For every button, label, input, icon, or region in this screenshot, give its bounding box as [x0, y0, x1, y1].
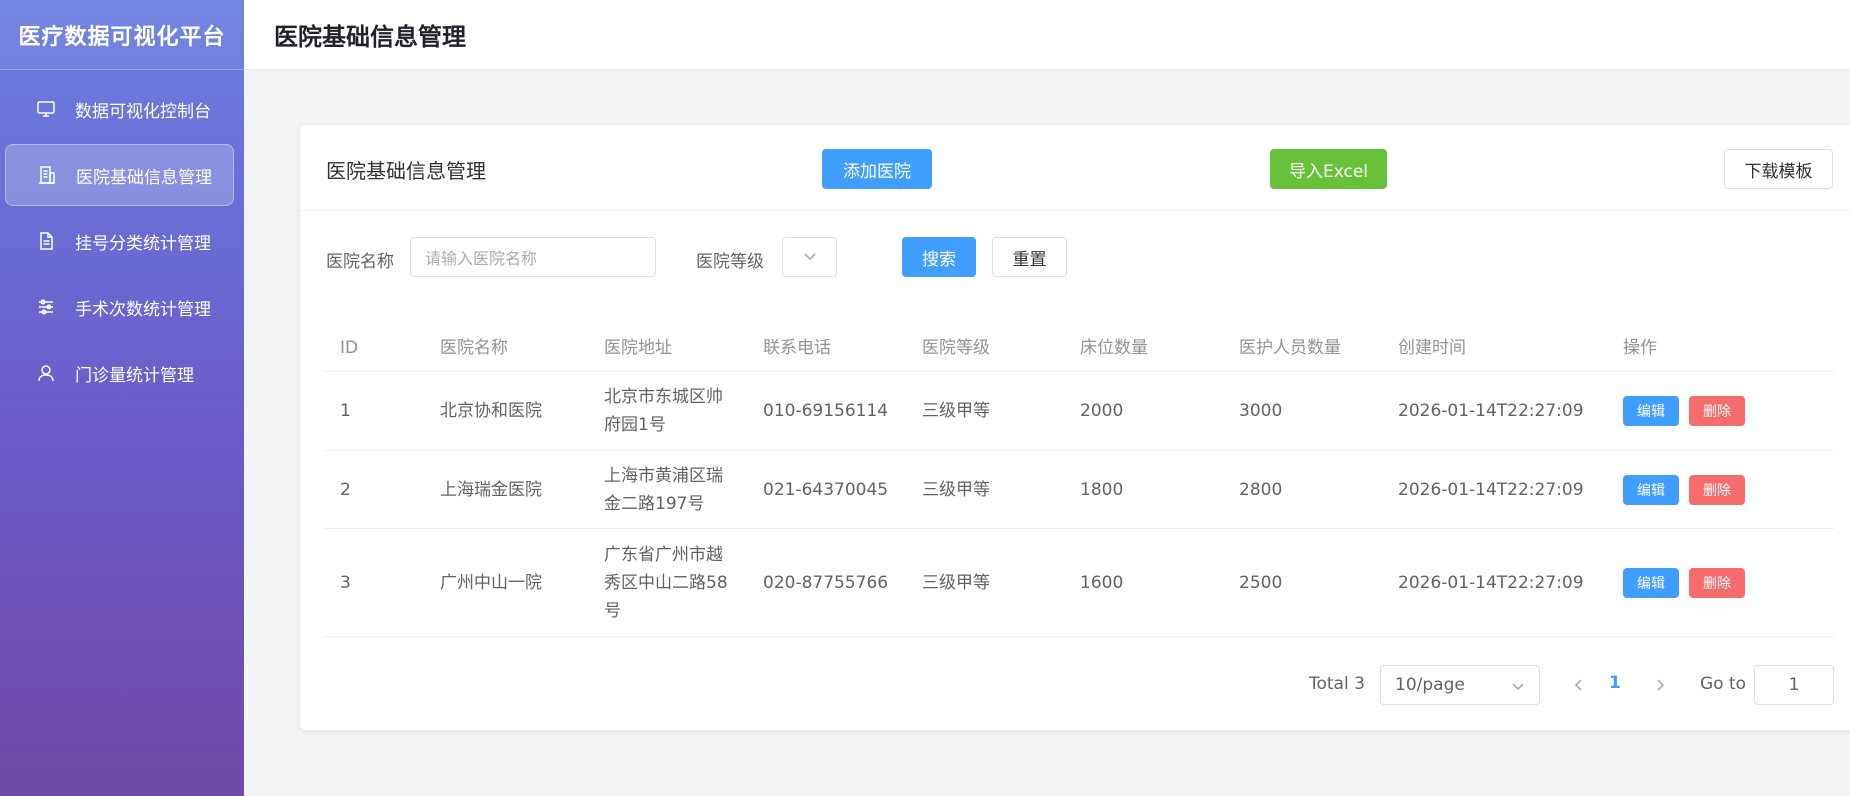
address-text: 广东省广州市越秀区中山二路58号	[604, 544, 728, 621]
cell-staff: 2500	[1239, 572, 1283, 593]
cell-name: 上海瑞金医院	[440, 479, 542, 500]
table-row: 2 上海瑞金医院 上海市黄浦区瑞金二路197号 021-64370045 三级甲…	[324, 451, 1834, 529]
search-form: 医院名称 请输入医院名称 医院等级 搜索 重置	[326, 237, 1226, 277]
page-number-current[interactable]: 1	[1609, 673, 1621, 693]
cell-name: 广州中山一院	[440, 572, 542, 593]
reset-button[interactable]: 重置	[992, 237, 1067, 277]
import-excel-button[interactable]: 导入Excel	[1270, 149, 1387, 189]
sidebar-item-dashboard[interactable]: 数据可视化控制台	[5, 78, 234, 140]
chevron-right-icon	[1653, 677, 1667, 696]
pagination-total: Total 3	[1309, 674, 1365, 694]
col-header: ID	[340, 338, 359, 358]
address-text: 上海市黄浦区瑞金二路197号	[604, 465, 723, 514]
sliders-icon	[35, 296, 57, 318]
add-hospital-button[interactable]: 添加医院	[822, 149, 932, 189]
delete-button[interactable]: 删除	[1689, 567, 1745, 598]
next-page-button[interactable]	[1653, 677, 1669, 693]
sidebar-item-outpatient[interactable]: 门诊量统计管理	[5, 342, 234, 404]
sidebar-item-surgery[interactable]: 手术次数统计管理	[5, 276, 234, 338]
hospital-name-label: 医院名称	[326, 252, 394, 272]
cell-address: 广东省广州市越秀区中山二路58号	[588, 541, 747, 625]
col-header: 医护人员数量	[1239, 338, 1341, 358]
edit-button[interactable]: 编辑	[1623, 474, 1679, 505]
delete-button[interactable]: 删除	[1689, 474, 1745, 505]
goto-label: Go to	[1700, 674, 1747, 694]
cell-created: 2026-01-14T22:27:09	[1398, 479, 1584, 500]
chevron-down-icon	[803, 248, 817, 267]
card-header: 医院基础信息管理 添加医院 导入Excel 下载模板	[300, 125, 1850, 211]
cell-address: 上海市黄浦区瑞金二路197号	[588, 462, 747, 518]
document-icon	[35, 230, 57, 252]
goto-page-input[interactable]: 1	[1754, 665, 1834, 705]
search-button[interactable]: 搜索	[902, 237, 976, 277]
cell-beds: 2000	[1080, 401, 1124, 421]
table-row: 3 广州中山一院 广东省广州市越秀区中山二路58号 020-87755766 三…	[324, 529, 1834, 637]
col-header: 操作	[1623, 338, 1657, 358]
cell-staff: 2800	[1239, 479, 1283, 500]
col-header: 医院等级	[922, 338, 990, 358]
table-header-row: ID 医院名称 医院地址 联系电话 医院等级 床位数量 医护人员数量 创建时间 …	[324, 325, 1834, 372]
cell-name: 北京协和医院	[440, 401, 542, 421]
sidebar-item-label: 手术次数统计管理	[75, 299, 211, 320]
col-header: 创建时间	[1398, 338, 1466, 358]
cell-actions: 编辑 删除	[1607, 396, 1834, 426]
sidebar: 医疗数据可视化平台 数据可视化控制台 医院基础信息管理 挂号分类统计管理 手术次…	[0, 0, 244, 796]
page-size-value: 10/page	[1395, 675, 1465, 695]
cell-created: 2026-01-14T22:27:09	[1398, 401, 1584, 421]
hospital-card: 医院基础信息管理 添加医院 导入Excel 下载模板 医院名称 请输入医院名称 …	[300, 125, 1850, 730]
cell-phone: 020-87755766	[763, 572, 889, 593]
cell-phone: 021-64370045	[763, 479, 889, 500]
sidebar-item-registration[interactable]: 挂号分类统计管理	[5, 210, 234, 272]
col-header: 医院地址	[604, 338, 672, 358]
cell-level: 三级甲等	[922, 401, 990, 421]
card-title: 医院基础信息管理	[326, 159, 486, 183]
cell-beds: 1600	[1080, 572, 1124, 593]
sidebar-item-label: 挂号分类统计管理	[75, 233, 211, 254]
cell-level: 三级甲等	[922, 572, 990, 593]
sidebar-item-hospital-info[interactable]: 医院基础信息管理	[5, 144, 234, 206]
hospital-table: ID 医院名称 医院地址 联系电话 医院等级 床位数量 医护人员数量 创建时间 …	[324, 325, 1834, 637]
cell-actions: 编辑 删除	[1607, 567, 1834, 598]
cell-created: 2026-01-14T22:27:09	[1398, 572, 1584, 593]
page-title: 医院基础信息管理	[274, 23, 466, 51]
sidebar-item-label: 门诊量统计管理	[75, 365, 194, 386]
sidebar-item-label: 医院基础信息管理	[76, 167, 212, 188]
cell-id: 2	[340, 479, 351, 500]
cell-address: 北京市东城区帅府园1号	[588, 383, 747, 439]
monitor-icon	[35, 98, 57, 120]
building-icon	[36, 164, 58, 186]
cell-phone: 010-69156114	[763, 401, 889, 421]
cell-staff: 3000	[1239, 401, 1283, 421]
delete-button[interactable]: 删除	[1689, 396, 1745, 426]
user-icon	[35, 362, 57, 384]
top-header: 医院基础信息管理	[244, 0, 1850, 70]
chevron-left-icon	[1572, 677, 1586, 696]
pagination: Total 3 10/page 1 Go to 1	[300, 665, 1834, 705]
edit-button[interactable]: 编辑	[1623, 396, 1679, 426]
col-header: 医院名称	[440, 338, 508, 358]
download-template-button[interactable]: 下载模板	[1724, 149, 1833, 189]
hospital-level-label: 医院等级	[696, 252, 764, 272]
col-header: 床位数量	[1080, 338, 1148, 358]
cell-beds: 1800	[1080, 479, 1124, 500]
page-size-select[interactable]: 10/page	[1380, 665, 1540, 705]
cell-id: 1	[340, 401, 351, 421]
brand-title: 医疗数据可视化平台	[0, 0, 244, 70]
cell-actions: 编辑 删除	[1607, 474, 1834, 505]
hospital-level-select[interactable]	[782, 237, 837, 277]
sidebar-item-label: 数据可视化控制台	[75, 101, 211, 122]
hospital-name-input[interactable]: 请输入医院名称	[410, 237, 656, 277]
col-header: 联系电话	[763, 338, 831, 358]
address-text: 北京市东城区帅府园1号	[604, 387, 723, 435]
cell-id: 3	[340, 572, 351, 593]
table-row: 1 北京协和医院 北京市东城区帅府园1号 010-69156114 三级甲等 2…	[324, 372, 1834, 451]
sidebar-menu: 数据可视化控制台 医院基础信息管理 挂号分类统计管理 手术次数统计管理 门诊量统…	[0, 70, 244, 404]
prev-page-button[interactable]	[1572, 677, 1588, 693]
cell-level: 三级甲等	[922, 479, 990, 500]
edit-button[interactable]: 编辑	[1623, 567, 1679, 598]
